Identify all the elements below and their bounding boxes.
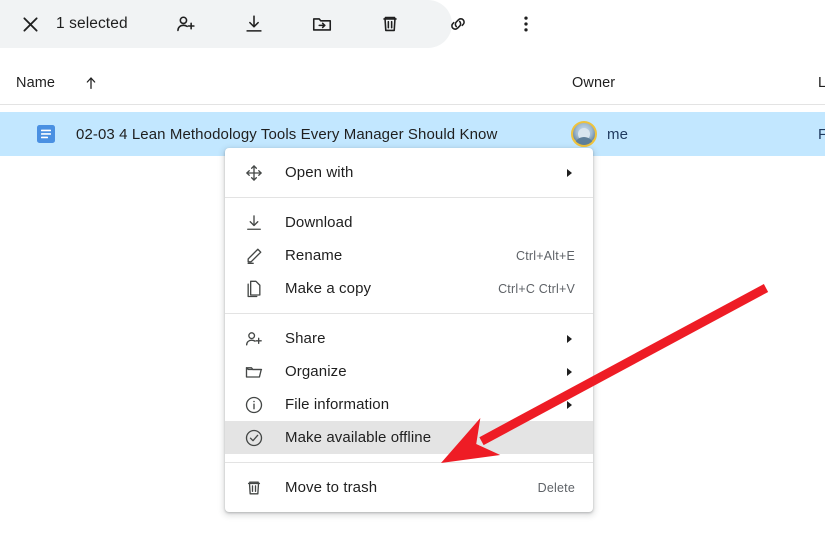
close-icon[interactable] <box>18 12 42 36</box>
menu-item-shortcut: Ctrl+C Ctrl+V <box>498 281 575 296</box>
chevron-right-icon <box>567 400 572 409</box>
menu-item-make-a-copy[interactable]: Make a copy Ctrl+C Ctrl+V <box>225 272 593 305</box>
menu-separator <box>225 313 593 314</box>
menu-item-shortcut: Ctrl+Alt+E <box>516 248 575 263</box>
menu-item-label: Make a copy <box>285 280 372 297</box>
menu-item-label: Move to trash <box>285 479 378 496</box>
selection-toolbar: 1 selected <box>0 0 528 48</box>
more-vert-icon[interactable] <box>514 12 538 36</box>
trash-icon[interactable] <box>378 12 402 36</box>
menu-item-make-available-offline[interactable]: Make available offline <box>225 421 593 454</box>
arrow-up-icon[interactable] <box>83 75 99 91</box>
copy-icon <box>242 277 266 301</box>
offline-check-icon <box>242 426 266 450</box>
share-icon[interactable] <box>174 12 198 36</box>
menu-item-label: Organize <box>285 363 347 380</box>
menu-item-organize[interactable]: Organize <box>225 355 593 388</box>
menu-item-label: Make available offline <box>285 429 432 446</box>
menu-item-label: Share <box>285 330 326 347</box>
menu-item-share[interactable]: Share <box>225 322 593 355</box>
move-folder-icon[interactable] <box>310 12 334 36</box>
menu-item-move-to-trash[interactable]: Move to trash Delete <box>225 471 593 504</box>
google-docs-icon <box>36 124 56 144</box>
selection-count-label: 1 selected <box>56 15 128 32</box>
file-list-header: Name Owner L <box>0 62 825 105</box>
menu-separator <box>225 197 593 198</box>
chevron-right-icon <box>567 334 572 343</box>
column-header-name[interactable]: Name <box>16 75 99 91</box>
link-icon[interactable] <box>446 12 470 36</box>
column-header-owner[interactable]: Owner <box>572 75 615 91</box>
menu-item-label: File information <box>285 396 390 413</box>
pencil-icon <box>242 244 266 268</box>
move-arrows-icon <box>242 161 266 185</box>
menu-item-file-information[interactable]: File information <box>225 388 593 421</box>
menu-separator <box>225 462 593 463</box>
menu-item-label: Rename <box>285 247 343 264</box>
menu-item-shortcut: Delete <box>537 480 575 495</box>
info-icon <box>242 393 266 417</box>
chevron-right-icon <box>567 168 572 177</box>
context-menu: Open with Download Rename Ctrl+Alt+E Mak… <box>225 148 593 512</box>
chevron-right-icon <box>567 367 572 376</box>
column-header-last-modified[interactable]: L <box>818 75 825 91</box>
menu-item-download[interactable]: Download <box>225 206 593 239</box>
menu-item-label: Open with <box>285 164 354 181</box>
download-icon[interactable] <box>242 12 266 36</box>
download-icon <box>242 211 266 235</box>
avatar <box>571 121 597 147</box>
file-last-modified-label: F <box>818 125 825 143</box>
column-header-name-label: Name <box>16 75 56 91</box>
trash-icon <box>242 476 266 500</box>
file-name-label: 02-03 4 Lean Methodology Tools Every Man… <box>76 125 498 143</box>
avatar-body <box>574 137 594 145</box>
menu-item-open-with[interactable]: Open with <box>225 156 593 189</box>
folder-icon <box>242 360 266 384</box>
file-owner-label: me <box>607 125 629 143</box>
menu-item-rename[interactable]: Rename Ctrl+Alt+E <box>225 239 593 272</box>
person-add-icon <box>242 327 266 351</box>
menu-item-label: Download <box>285 214 353 231</box>
